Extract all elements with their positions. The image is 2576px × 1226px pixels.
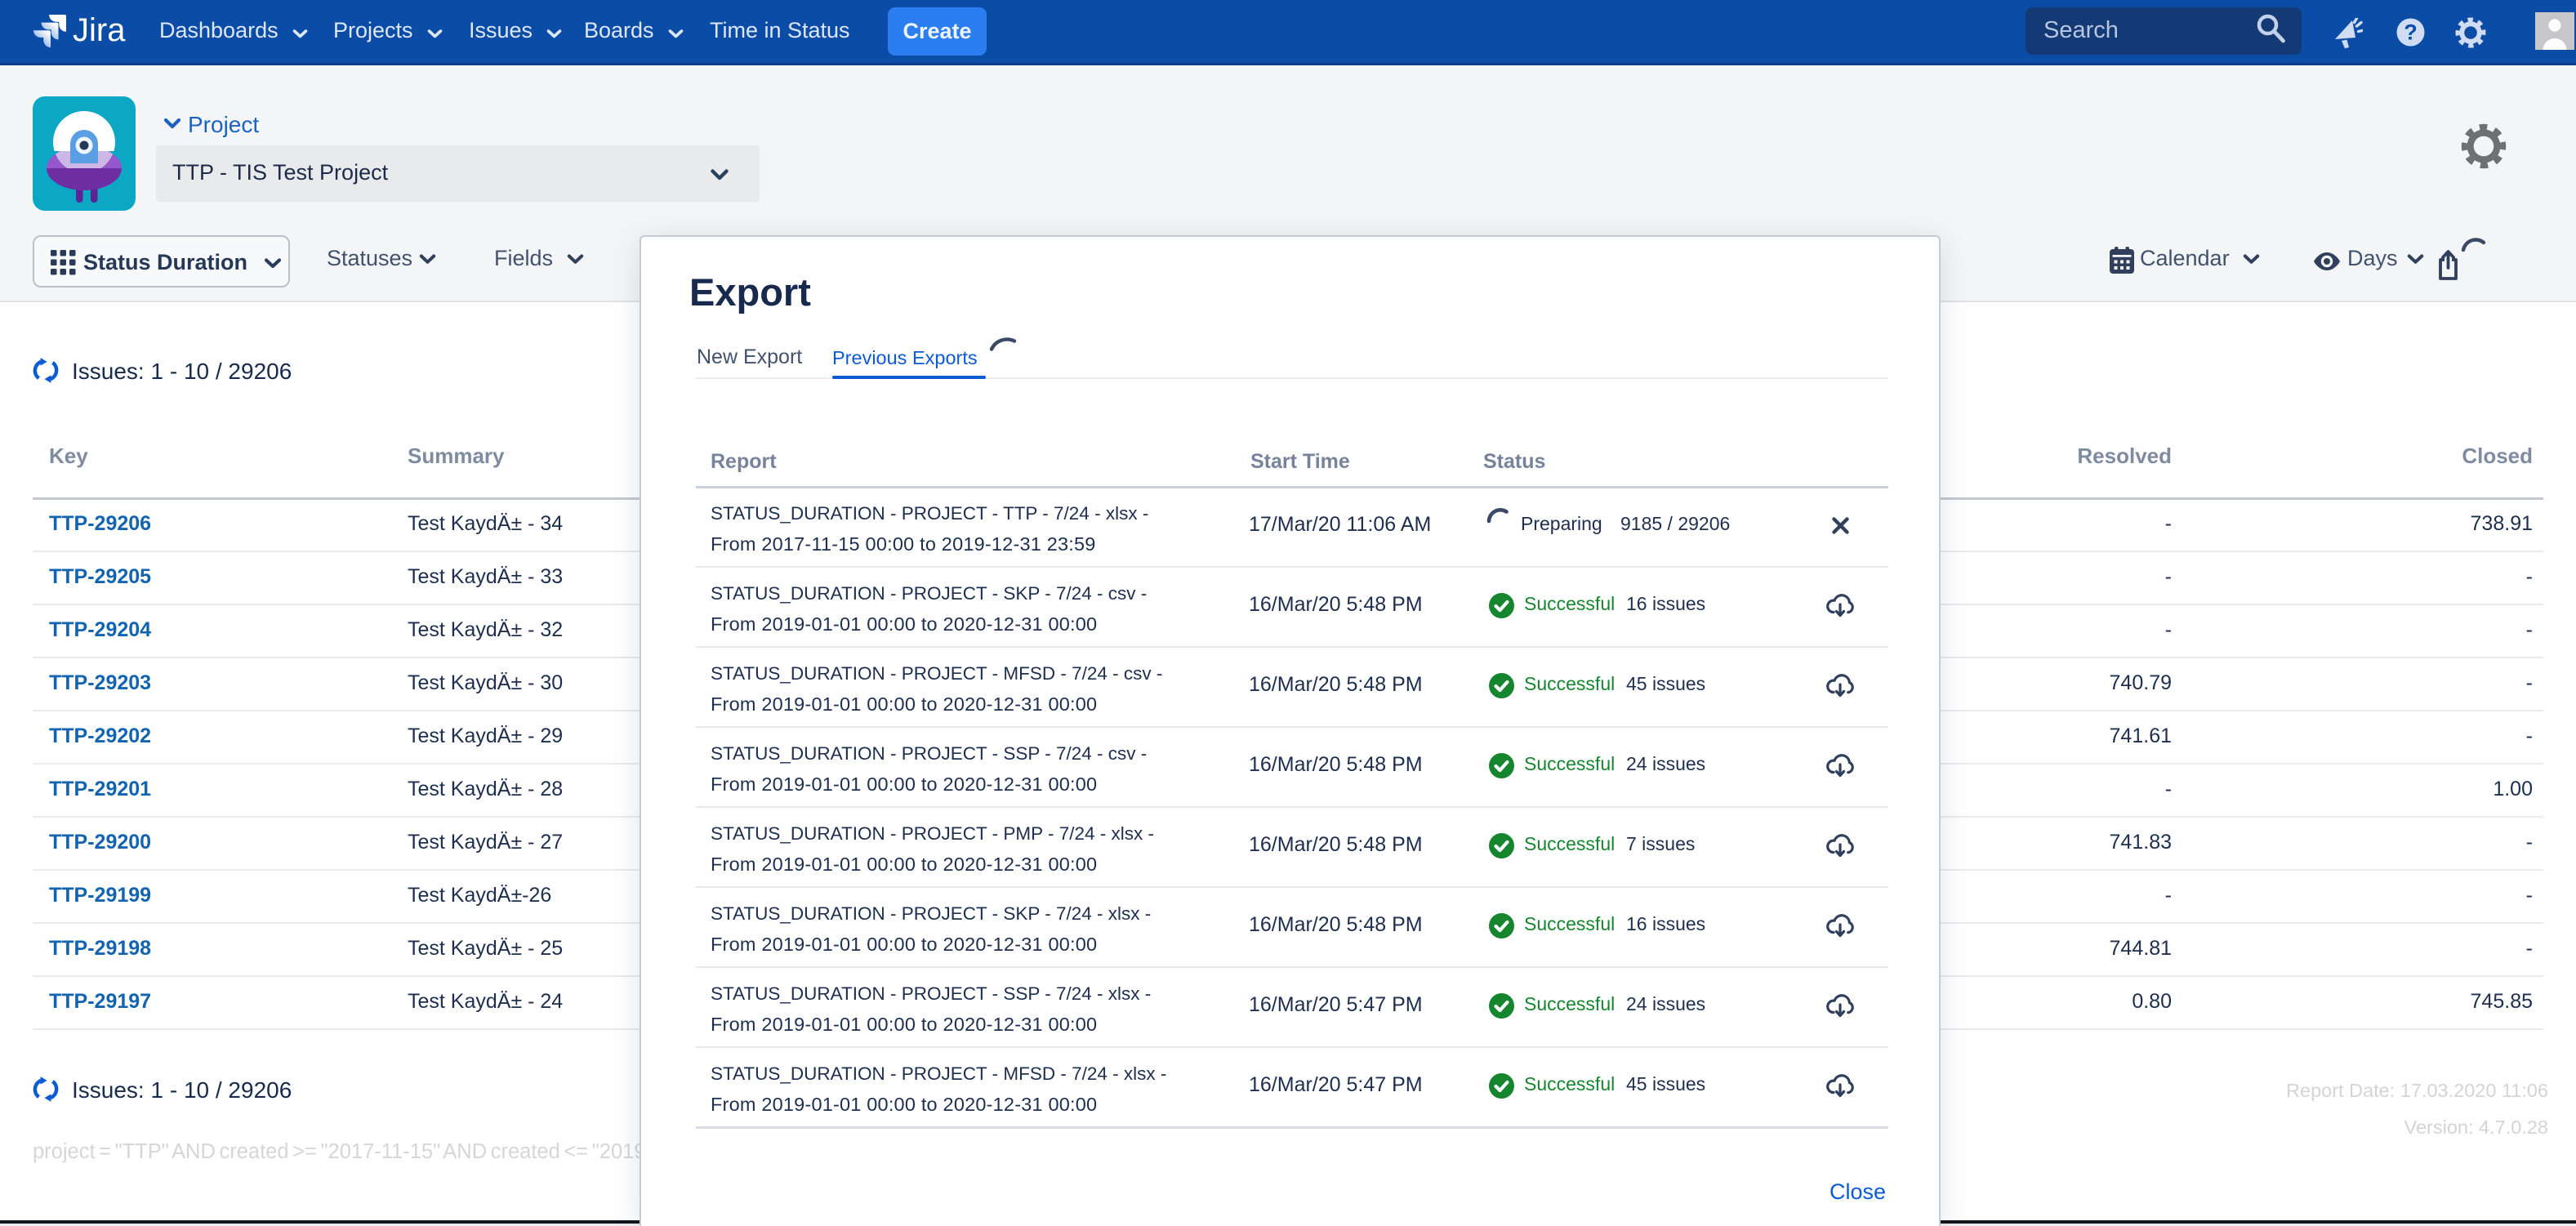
svg-text:?: ? (2404, 20, 2418, 45)
